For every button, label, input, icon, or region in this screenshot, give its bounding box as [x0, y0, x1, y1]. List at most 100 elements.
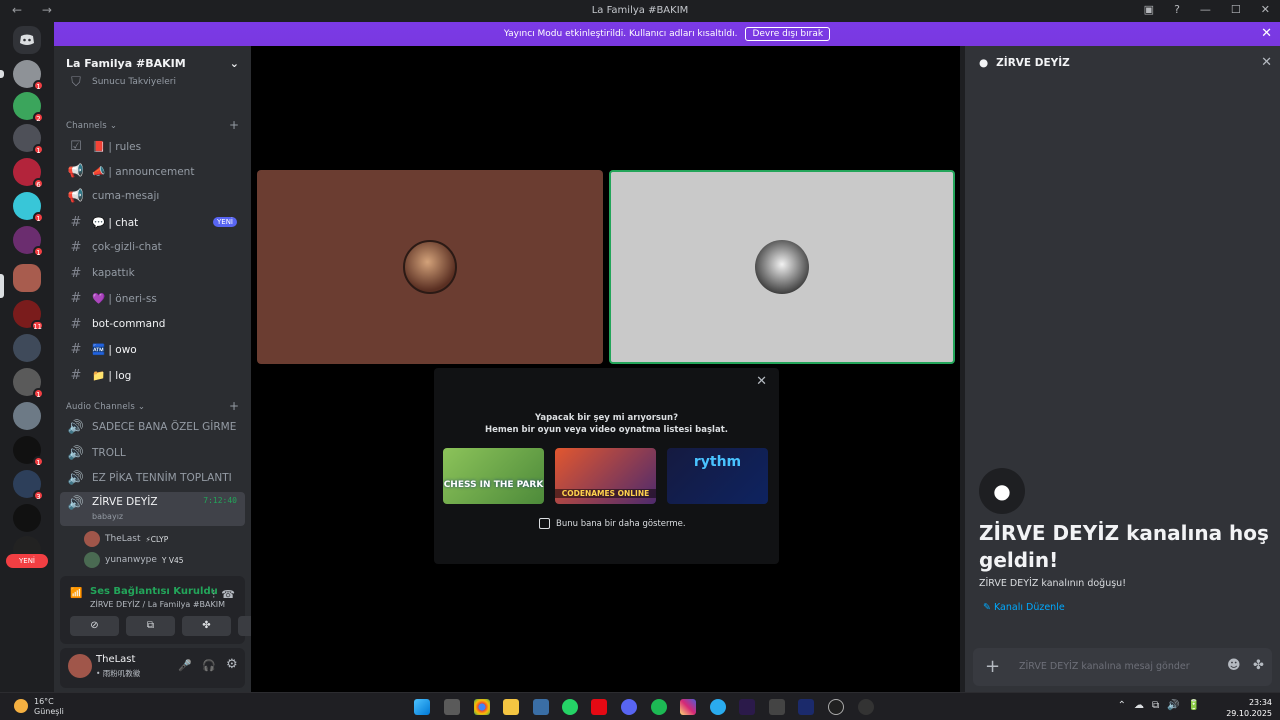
channel-oneri-ss[interactable]: # 💜 | öneri-ss	[60, 287, 245, 309]
server-boosts[interactable]: ⛉ Sunucu Takviyeleri	[60, 74, 245, 90]
activity-card-chess[interactable]: CHESS IN THE PARK	[443, 448, 544, 504]
activities-button[interactable]: ✤	[182, 616, 231, 636]
after-effects-icon[interactable]	[739, 699, 755, 715]
channel-label: SADECE BANA ÖZEL GİRME	[92, 421, 237, 433]
server-icon[interactable]	[13, 504, 41, 532]
server-icon[interactable]: 1	[13, 226, 44, 257]
noise-suppression-icon[interactable]: ⫶	[212, 588, 215, 602]
emoji-icon[interactable]: ☻	[1227, 658, 1241, 673]
media-encoder-icon[interactable]	[798, 699, 814, 715]
dont-show-again-checkbox[interactable]: Bunu bana bir daha gösterme.	[539, 518, 686, 529]
banner-close-icon[interactable]: ✕	[1261, 26, 1272, 41]
chatgpt-icon[interactable]	[828, 699, 844, 715]
checkbox-box[interactable]	[539, 518, 550, 529]
server-icon[interactable]: 6	[13, 158, 44, 189]
message-input[interactable]: ZİRVE DEYİZ kanalına mesaj gönder	[1019, 661, 1190, 672]
server-icon[interactable]	[13, 402, 41, 430]
telegram-icon[interactable]	[710, 699, 726, 715]
battery-icon[interactable]: 🔋	[1188, 700, 1200, 711]
add-channel-icon[interactable]: +	[229, 399, 239, 413]
inbox-icon[interactable]: ▣	[1144, 3, 1154, 16]
chrome-icon[interactable]	[474, 699, 490, 715]
avatar[interactable]	[68, 654, 92, 678]
store-icon[interactable]	[533, 699, 549, 715]
server-icon[interactable]: 11	[13, 300, 44, 331]
file-explorer-icon[interactable]	[503, 699, 519, 715]
signal-icon[interactable]: 📶	[70, 588, 82, 599]
discord-icon[interactable]	[621, 699, 637, 715]
category-channels[interactable]: Channels ⌄	[66, 121, 117, 131]
microphone-icon[interactable]: 🎤	[178, 659, 192, 672]
channel-cok-gizli-chat[interactable]: # çok-gizli-chat	[60, 236, 245, 258]
channel-cuma-mesaji[interactable]: 📢 cuma-mesajı	[60, 185, 245, 207]
server-icon[interactable]: 2	[13, 92, 44, 123]
minimize-button[interactable]: —	[1200, 3, 1211, 16]
instagram-icon[interactable]	[680, 699, 696, 715]
steam-icon[interactable]	[858, 699, 874, 715]
channel-log[interactable]: # 📁 | log	[60, 364, 245, 386]
settings-gear-icon[interactable]: ⚙	[226, 657, 238, 672]
category-audio-channels[interactable]: Audio Channels ⌄	[66, 402, 145, 412]
voice-user[interactable]: yunanwype Y V45	[84, 552, 184, 568]
channel-owo[interactable]: # 🏧 | owo	[60, 338, 245, 360]
boosts-label: Sunucu Takviyeleri	[92, 77, 177, 87]
voice-status-title[interactable]: Ses Bağlantısı Kuruldu	[90, 586, 218, 597]
onedrive-icon[interactable]: ☁	[1134, 700, 1144, 711]
maximize-button[interactable]: ☐	[1231, 3, 1241, 16]
network-icon[interactable]: ⧉	[1152, 700, 1159, 711]
activity-card-rythm[interactable]: rythm	[667, 448, 768, 504]
windows-start-icon[interactable]	[414, 699, 430, 715]
camera-button[interactable]: ⊘	[70, 616, 119, 636]
channel-kapattik[interactable]: # kapattık	[60, 262, 245, 284]
voice-channel-ez-pika[interactable]: 🔊 EZ PİKA TENNİM TOPLANTI	[60, 467, 245, 489]
close-icon[interactable]: ✕	[1261, 55, 1272, 70]
channel-announcement[interactable]: 📢 📣 | announcement	[60, 160, 245, 182]
add-channel-icon[interactable]: +	[229, 118, 239, 132]
apps-icon[interactable]: ✤	[1253, 658, 1264, 673]
server-icon[interactable]: 1	[13, 192, 44, 223]
tray-overflow-icon[interactable]: ⌃	[1118, 700, 1126, 711]
task-view-icon[interactable]	[444, 699, 460, 715]
voice-channel-sadece-bana[interactable]: 🔊 SADECE BANA ÖZEL GİRME	[60, 416, 245, 438]
close-icon[interactable]: ✕	[756, 374, 767, 389]
new-servers-pill[interactable]: YENİ	[6, 554, 48, 568]
weather-sun-icon[interactable]	[14, 699, 28, 713]
channel-bot-command[interactable]: # bot-command	[60, 313, 245, 335]
message-composer[interactable]: + ZİRVE DEYİZ kanalına mesaj gönder ☻ ✤	[973, 648, 1272, 686]
netflix-icon[interactable]	[591, 699, 607, 715]
server-icon[interactable]: 1	[13, 60, 44, 91]
avatar	[755, 240, 809, 294]
weather-widget[interactable]: 16°C Güneşli	[34, 697, 64, 717]
server-icon[interactable]: 1	[13, 436, 44, 467]
chevron-down-icon[interactable]: ⌄	[230, 57, 239, 70]
capcut-icon[interactable]	[769, 699, 785, 715]
taskbar-clock[interactable]: 23:34 29.10.2025	[1226, 697, 1272, 719]
server-icon[interactable]: 1	[13, 368, 44, 399]
headphones-icon[interactable]: 🎧	[202, 659, 216, 672]
volume-icon[interactable]: 🔊	[1167, 700, 1179, 711]
voice-user[interactable]: TheLast ⚡CLYP	[84, 531, 168, 547]
disconnect-icon[interactable]: ☎	[221, 588, 235, 601]
whatsapp-icon[interactable]	[562, 699, 578, 715]
close-window-button[interactable]: ✕	[1261, 3, 1270, 16]
server-icon[interactable]: 3	[13, 470, 44, 501]
spotify-icon[interactable]	[651, 699, 667, 715]
discord-home-icon[interactable]	[13, 26, 41, 54]
server-icon[interactable]: 1	[13, 124, 44, 155]
voice-channel-troll[interactable]: 🔊 TROLL	[60, 442, 245, 464]
video-tile-user-2-speaking[interactable]	[609, 170, 955, 364]
video-tile-user-1[interactable]	[257, 170, 603, 364]
server-icon-la-familya[interactable]	[13, 264, 41, 292]
chat-channel-name: ZİRVE DEYİZ	[996, 57, 1070, 69]
channel-rules[interactable]: ☑ 📕 | rules	[60, 135, 245, 157]
edit-channel-link[interactable]: ✎ Kanalı Düzenle	[983, 602, 1065, 613]
screen-share-button[interactable]: ⧉	[126, 616, 175, 636]
voice-channel-zirve-deyiz[interactable]: 🔊 ZİRVE DEYİZ 7:12:40 babayız	[60, 492, 245, 526]
channel-chat[interactable]: # 💬 | chat YENİ	[60, 211, 245, 233]
help-icon[interactable]: ?	[1174, 3, 1180, 16]
username[interactable]: TheLast	[96, 654, 135, 665]
disable-streamer-mode-button[interactable]: Devre dışı bırak	[745, 27, 831, 41]
attach-plus-icon[interactable]: +	[985, 656, 1000, 677]
activity-card-codenames[interactable]: CODENAMES ONLINE	[555, 448, 656, 504]
server-icon[interactable]	[13, 334, 41, 362]
